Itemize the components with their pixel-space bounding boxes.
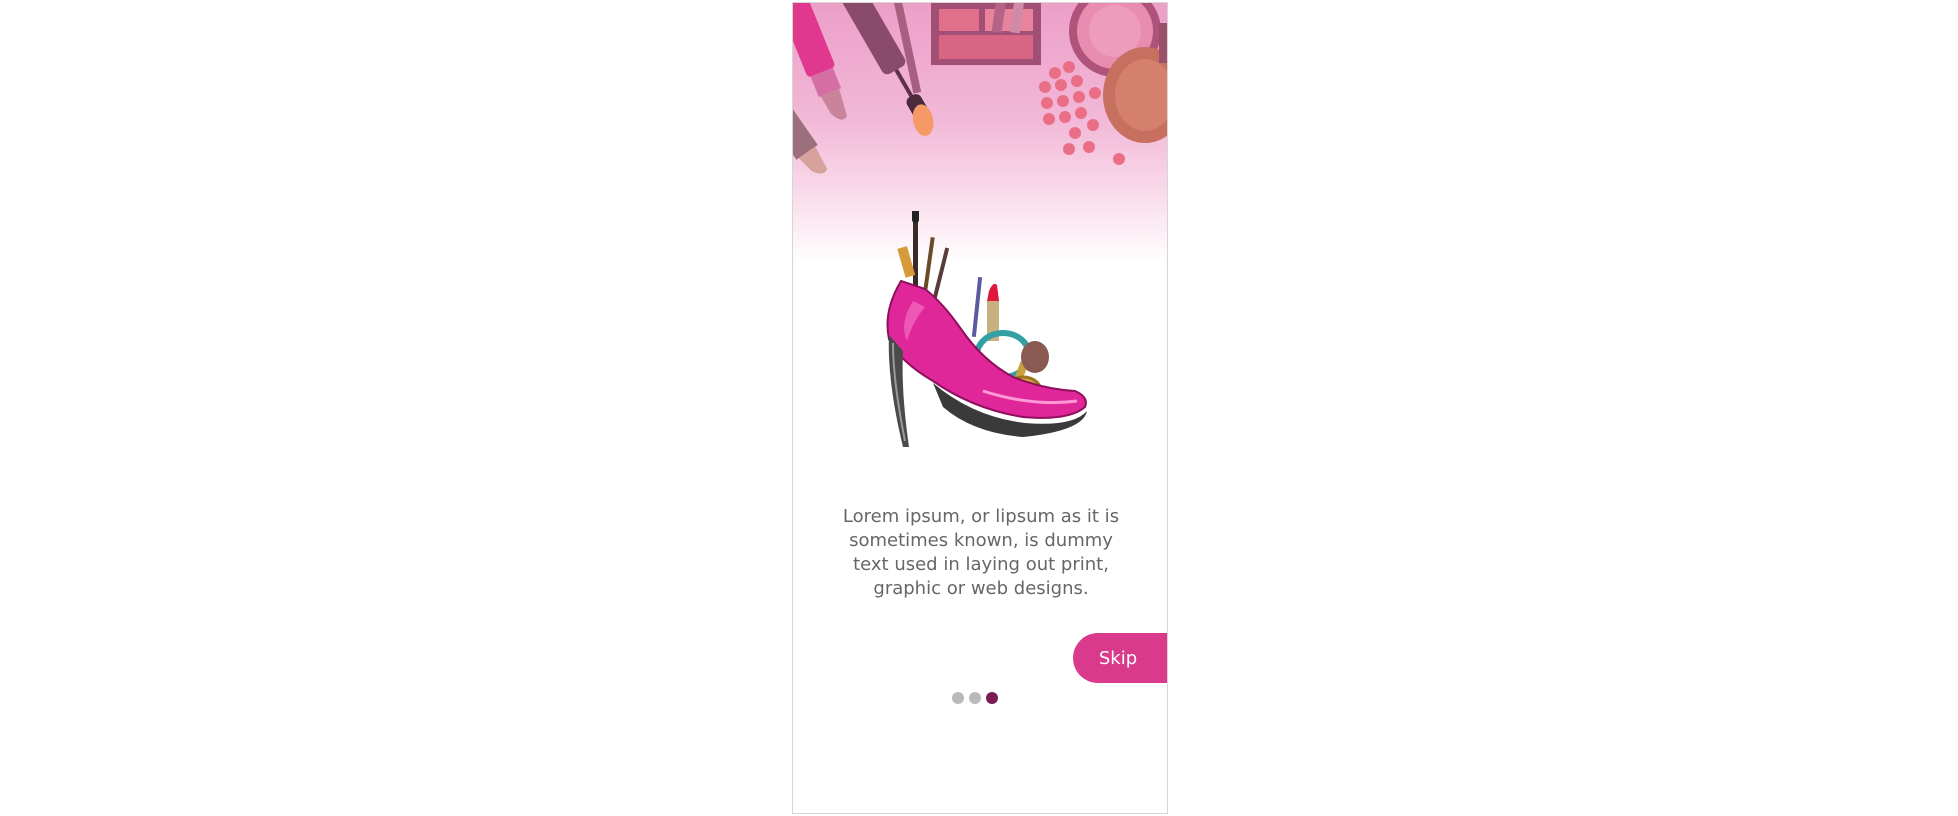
skip-button[interactable]: Skip	[1073, 633, 1167, 683]
pagination-dot-2[interactable]	[969, 692, 981, 704]
pagination-dots	[952, 692, 998, 704]
high-heel-makeup-icon	[873, 211, 1089, 447]
pagination-dot-1[interactable]	[952, 692, 964, 704]
pagination-dot-3[interactable]	[986, 692, 998, 704]
onboarding-description: Lorem ipsum, or lipsum as it is sometime…	[842, 506, 1120, 599]
onboarding-screen: Lorem ipsum, or lipsum as it is sometime…	[792, 2, 1168, 814]
